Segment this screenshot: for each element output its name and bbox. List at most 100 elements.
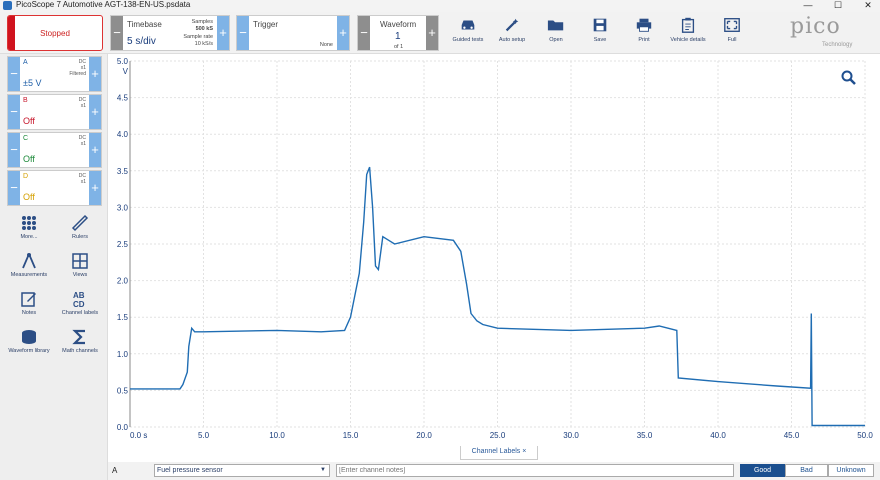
samples-value: 500 kS [195, 26, 213, 32]
print-label: Print [638, 37, 650, 43]
channel-notes-input[interactable] [336, 464, 734, 477]
notes-label: Notes [21, 310, 37, 316]
notes-channel-name: A [112, 466, 118, 475]
rating-good-button[interactable]: Good [740, 464, 785, 477]
y-tick-label: 3.0 [117, 203, 129, 212]
notes-icon [21, 292, 36, 307]
waveform-prev-button[interactable]: − [358, 16, 370, 50]
channel-labels-tab-label: Channel Labels × [471, 448, 527, 455]
y-tick-label: 4.0 [117, 130, 129, 139]
channel-b-probe: x1 [80, 103, 86, 109]
x-tick-label: 50.0 [857, 431, 873, 440]
channel-labels-button[interactable]: AB CD Channel labels [57, 290, 103, 316]
channel-c-range: Off [23, 154, 35, 164]
waveform-index[interactable]: 1 [395, 31, 401, 42]
channel-a-increase-button[interactable]: + [89, 57, 101, 91]
channel-a-decrease-button[interactable]: − [8, 57, 20, 91]
channel-c-control[interactable]: − + C DC x1 Off [7, 132, 102, 168]
timebase-decrease-button[interactable]: − [111, 16, 123, 50]
channel-a-control[interactable]: − + A DC x1 Filtered ±5 V [7, 56, 102, 92]
channel-c-config: DC x1 [79, 135, 86, 147]
math-channels-button[interactable]: Math channels [57, 328, 103, 354]
print-button[interactable]: Print [620, 15, 668, 51]
channel-d-decrease-button[interactable]: − [8, 171, 20, 205]
x-tick-label: 30.0 [563, 431, 579, 440]
app-icon [3, 1, 12, 10]
channel-d-increase-button[interactable]: + [89, 171, 101, 205]
guided-tests-button[interactable]: Guided tests [444, 15, 492, 51]
svg-text:CD: CD [73, 300, 85, 308]
chevron-down-icon: ▼ [320, 467, 326, 473]
channel-labels-tab[interactable]: Channel Labels × [460, 446, 538, 460]
guided-tests-label: Guided tests [452, 37, 484, 43]
zoom-icon[interactable] [841, 70, 856, 85]
timebase-label: Timebase [127, 20, 162, 29]
clipboard-icon [681, 17, 695, 33]
timebase-increase-button[interactable]: + [217, 16, 229, 50]
sigma-icon [72, 329, 85, 345]
channel-d-name: D [23, 173, 29, 180]
window-title: PicoScope 7 Automotive AGT-138-EN-US.psd… [16, 0, 191, 9]
x-tick-label: 10.0 [269, 431, 285, 440]
notes-button[interactable]: Notes [6, 290, 52, 316]
grid-dots-icon [22, 216, 36, 230]
x-tick-label: 40.0 [710, 431, 726, 440]
math-channels-label: Math channels [62, 348, 98, 354]
trigger-decrease-button[interactable]: − [237, 16, 249, 50]
channel-d-range: Off [23, 192, 35, 202]
pico-logo: pico [790, 14, 841, 39]
window-controls: — ☐ ✕ [802, 0, 874, 10]
rating-bad-button[interactable]: Bad [785, 464, 828, 477]
save-button[interactable]: Save [576, 15, 624, 51]
channel-label-select[interactable]: Fuel pressure sensor ▼ [154, 464, 330, 477]
minimize-icon[interactable]: — [802, 0, 814, 10]
channel-labels-label: Channel labels [61, 310, 99, 316]
channel-b-name: B [23, 97, 28, 104]
y-tick-label: 1.5 [117, 313, 129, 322]
open-button[interactable]: Open [532, 15, 580, 51]
trigger-increase-button[interactable]: + [337, 16, 349, 50]
rulers-button[interactable]: Rulers [57, 214, 103, 240]
folder-icon [547, 20, 564, 31]
maximize-icon[interactable]: ☐ [832, 0, 844, 10]
channel-b-control[interactable]: − + B DC x1 Off [7, 94, 102, 130]
vehicle-details-button[interactable]: Vehicle details [664, 15, 712, 51]
y-tick-label: 0.5 [117, 386, 129, 395]
scope-view[interactable]: 0.0 0.5 1.0 1.5 2.0 2.5 3.0 3.5 4.0 4.5 5.0 V 0.0 s5… [108, 54, 880, 446]
rating-unknown-button[interactable]: Unknown [828, 464, 874, 477]
waveform-library-button[interactable]: Waveform library [6, 328, 52, 354]
channel-a-config: DC x1 Filtered [69, 59, 86, 77]
measurements-button[interactable]: Measurements [6, 252, 52, 278]
x-tick-label: 15.0 [343, 431, 359, 440]
x-tick-label: 25.0 [490, 431, 506, 440]
timebase-value[interactable]: 5 s/div [127, 36, 156, 47]
waveform-next-button[interactable]: + [426, 16, 438, 50]
left-sidebar: − + A DC x1 Filtered ±5 V − + B DC x1 Of… [0, 54, 108, 480]
waveform-chart[interactable]: 0.00.51.01.52.02.53.03.54.04.55.0V0.0 s5… [108, 54, 880, 446]
x-tick-label: 20.0 [416, 431, 432, 440]
close-icon[interactable]: ✕ [862, 0, 874, 10]
channel-c-decrease-button[interactable]: − [8, 133, 20, 167]
channel-c-name: C [23, 135, 29, 142]
channel-d-control[interactable]: − + D DC x1 Off [7, 170, 102, 206]
channel-a-filter: Filtered [69, 71, 86, 77]
channel-b-increase-button[interactable]: + [89, 95, 101, 129]
y-tick-label: 5.0 [117, 57, 129, 66]
trigger-label: Trigger [253, 20, 279, 29]
channel-b-decrease-button[interactable]: − [8, 95, 20, 129]
views-button[interactable]: Views [57, 252, 103, 278]
channel-c-increase-button[interactable]: + [89, 133, 101, 167]
auto-setup-button[interactable]: Auto setup [488, 15, 536, 51]
save-label: Save [593, 37, 607, 43]
sample-rate-value: 10 kS/s [194, 41, 213, 47]
trigger-mode[interactable]: None [320, 42, 333, 48]
y-tick-label: 4.5 [117, 94, 129, 103]
more-button[interactable]: More... [6, 214, 52, 240]
run-state-label: Stopped [40, 28, 70, 38]
title-bar: PicoScope 7 Automotive AGT-138-EN-US.psd… [0, 0, 880, 12]
channel-a-range: ±5 V [23, 78, 42, 88]
samples-label: Samples [191, 19, 213, 25]
run-stop-button[interactable]: Stopped [7, 15, 103, 51]
full-screen-button[interactable]: Full [708, 15, 756, 51]
y-tick-label: 2.0 [117, 277, 129, 286]
